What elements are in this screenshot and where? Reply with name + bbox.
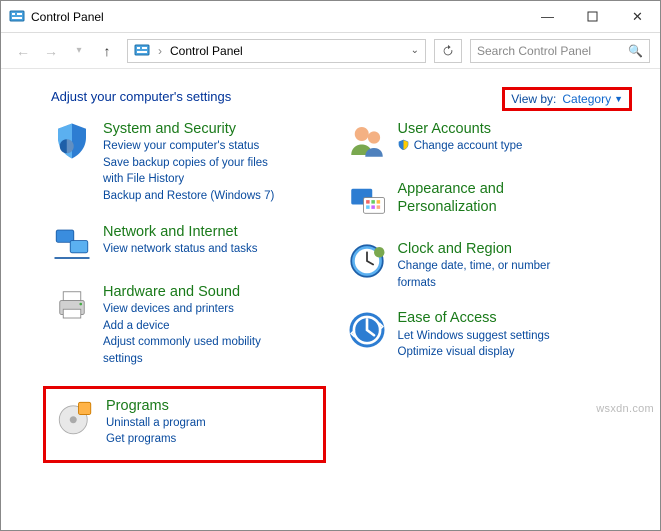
link-uninstall[interactable]: Uninstall a program <box>106 415 206 432</box>
admin-shield-icon <box>398 140 412 152</box>
view-by-control[interactable]: View by: Category ▼ <box>502 87 632 111</box>
category-appearance: Appearance and Personalization <box>346 180 631 222</box>
appearance-icon <box>346 180 388 222</box>
category-programs: Programs Uninstall a program Get program… <box>54 397 315 448</box>
category-link-appearance[interactable]: Appearance and Personalization <box>398 180 558 216</box>
right-column: User Accounts Change account type Appear… <box>346 120 631 463</box>
up-button[interactable]: ↑ <box>95 39 119 63</box>
category-link-users[interactable]: User Accounts <box>398 120 523 138</box>
search-icon: 🔍 <box>628 44 643 58</box>
category-link-programs[interactable]: Programs <box>106 397 206 415</box>
link-mobility[interactable]: Adjust commonly used mobility settings <box>103 334 283 367</box>
left-column: System and Security Review your computer… <box>51 120 336 463</box>
address-bar[interactable]: › Control Panel ⌄ <box>127 39 426 63</box>
network-icon <box>51 223 93 265</box>
link-review-status[interactable]: Review your computer's status <box>103 138 283 155</box>
refresh-icon <box>441 44 455 58</box>
refresh-button[interactable] <box>434 39 462 63</box>
category-system-security: System and Security Review your computer… <box>51 120 336 205</box>
chevron-down-icon: ▼ <box>614 94 623 104</box>
control-panel-icon <box>134 43 150 59</box>
content-area: Adjust your computer's settings View by:… <box>1 69 660 530</box>
titlebar: Control Panel — ✕ <box>1 1 660 33</box>
shield-icon <box>51 120 93 162</box>
category-clock: Clock and Region Change date, time, or n… <box>346 240 631 291</box>
link-get-programs[interactable]: Get programs <box>106 431 206 448</box>
watermark-text: wsxdn.com <box>596 403 654 415</box>
recent-locations-button[interactable]: ▾ <box>67 39 91 63</box>
navbar: ← → ▾ ↑ › Control Panel ⌄ Search Control… <box>1 33 660 69</box>
ease-of-access-icon <box>346 309 388 351</box>
link-change-account-type[interactable]: Change account type <box>398 138 523 155</box>
control-panel-icon <box>9 9 25 25</box>
search-placeholder: Search Control Panel <box>477 44 628 58</box>
category-link-hardware[interactable]: Hardware and Sound <box>103 283 283 301</box>
window-title: Control Panel <box>31 10 104 24</box>
forward-button[interactable]: → <box>39 39 63 63</box>
address-location[interactable]: Control Panel <box>170 44 243 58</box>
link-date-formats[interactable]: Change date, time, or number formats <box>398 258 578 291</box>
view-by-label: View by: <box>511 92 556 106</box>
category-hardware: Hardware and Sound View devices and prin… <box>51 283 336 368</box>
category-link-clock[interactable]: Clock and Region <box>398 240 578 258</box>
link-backup-restore[interactable]: Backup and Restore (Windows 7) <box>103 188 283 205</box>
chevron-right-icon: › <box>158 44 162 58</box>
search-box[interactable]: Search Control Panel 🔍 <box>470 39 650 63</box>
link-network-status[interactable]: View network status and tasks <box>103 241 257 258</box>
link-optimize-display[interactable]: Optimize visual display <box>398 344 550 361</box>
link-add-device[interactable]: Add a device <box>103 318 283 335</box>
close-button[interactable]: ✕ <box>615 2 660 32</box>
category-link-network[interactable]: Network and Internet <box>103 223 257 241</box>
link-suggest-settings[interactable]: Let Windows suggest settings <box>398 328 550 345</box>
printer-icon <box>51 283 93 325</box>
category-link-system-security[interactable]: System and Security <box>103 120 283 138</box>
minimize-button[interactable]: — <box>525 2 570 32</box>
address-dropdown-icon[interactable]: ⌄ <box>411 45 419 56</box>
maximize-button[interactable] <box>570 2 615 32</box>
category-programs-highlight: Programs Uninstall a program Get program… <box>43 386 326 463</box>
view-by-value[interactable]: Category ▼ <box>562 92 623 106</box>
category-link-ease[interactable]: Ease of Access <box>398 309 550 327</box>
link-devices-printers[interactable]: View devices and printers <box>103 301 283 318</box>
link-file-history[interactable]: Save backup copies of your files with Fi… <box>103 155 283 188</box>
back-button[interactable]: ← <box>11 39 35 63</box>
users-icon <box>346 120 388 162</box>
category-user-accounts: User Accounts Change account type <box>346 120 631 162</box>
programs-icon <box>54 397 96 439</box>
category-network: Network and Internet View network status… <box>51 223 336 265</box>
category-ease-access: Ease of Access Let Windows suggest setti… <box>346 309 631 360</box>
clock-icon <box>346 240 388 282</box>
